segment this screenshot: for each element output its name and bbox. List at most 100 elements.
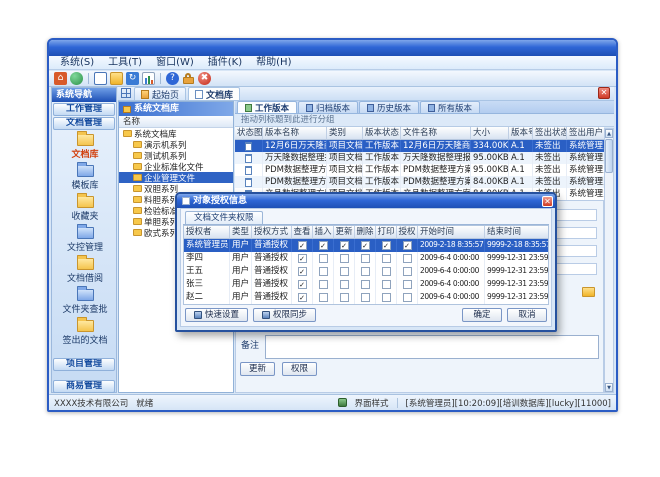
delete-checkbox[interactable] (361, 267, 370, 276)
document-row[interactable]: PDM数据整理方案2.doc 项目文档 工作版本 PDM数据整理方案2.doc … (235, 164, 604, 176)
delete-checkbox[interactable] (361, 293, 370, 302)
menu-tools[interactable]: 工具(T) (101, 56, 149, 69)
menu-help[interactable]: 帮助(H) (249, 56, 298, 69)
update-checkbox[interactable] (340, 254, 349, 263)
col-size[interactable]: 大小 (471, 127, 509, 140)
permission-row[interactable]: 张三 用户 普通授权 ✓ 2009-6-4 0:00:00 9999-12-31… (184, 278, 548, 291)
note-textarea[interactable] (265, 335, 599, 359)
ui-style-label[interactable]: 界面样式 (355, 397, 389, 409)
grant-checkbox[interactable] (403, 254, 412, 263)
delete-checkbox[interactable]: ✓ (361, 241, 370, 250)
scroll-up-arrow[interactable]: ▲ (605, 129, 613, 138)
home-icon[interactable]: ⌂ (54, 72, 67, 85)
view-checkbox[interactable]: ✓ (298, 267, 307, 276)
update-checkbox[interactable] (340, 267, 349, 276)
grant-checkbox[interactable] (403, 280, 412, 289)
cancel-button[interactable]: 取消 (507, 308, 547, 322)
tab-history-version[interactable]: 历史版本 (359, 101, 419, 113)
browse-folder-icon[interactable] (582, 287, 595, 297)
view-checkbox[interactable]: ✓ (298, 241, 307, 250)
close-tab-button[interactable]: ✕ (598, 87, 610, 99)
document-row[interactable]: 万天隆数据整理报告 项目文档 工作版本 万天隆数据整理报告.doc 95.00K… (235, 152, 604, 164)
dialog-close-button[interactable]: ✕ (542, 196, 553, 207)
tree-column-header[interactable]: 名称 (119, 116, 233, 128)
view-checkbox[interactable]: ✓ (298, 293, 307, 302)
tree-item[interactable]: 测试机系列 (119, 150, 233, 161)
sidebar-item-folder-review[interactable]: 文件夹查批 (52, 286, 118, 317)
insert-checkbox[interactable] (319, 280, 328, 289)
print-checkbox[interactable] (382, 267, 391, 276)
col-grant[interactable]: 授权 (397, 226, 418, 239)
tab-start-page[interactable]: 起始页 (134, 87, 186, 100)
sidebar-item-checked-out-docs[interactable]: 签出的文档 (52, 317, 118, 348)
col-end-time[interactable]: 结束时间 (485, 226, 549, 239)
tree-item-selected[interactable]: 企业管理文件 (119, 172, 233, 183)
globe-icon[interactable] (70, 72, 83, 85)
permission-row[interactable]: 王五 用户 普通授权 ✓ 2009-6-4 0:00:00 9999-12-31… (184, 265, 548, 278)
open-folder-icon[interactable] (110, 72, 123, 85)
insert-checkbox[interactable] (319, 267, 328, 276)
col-start-time[interactable]: 开始时间 (418, 226, 485, 239)
col-update[interactable]: 更新 (334, 226, 355, 239)
vertical-scrollbar[interactable]: ▲ ▼ (604, 128, 614, 393)
tree-item[interactable]: 演示机系列 (119, 139, 233, 150)
grant-checkbox[interactable] (403, 267, 412, 276)
view-checkbox[interactable]: ✓ (298, 254, 307, 263)
permission-button[interactable]: 权限 (282, 362, 317, 376)
col-version-state[interactable]: 版本状态 (363, 127, 401, 140)
col-type[interactable]: 类型 (230, 226, 252, 239)
permission-sync-button[interactable]: 权限同步 (253, 308, 316, 322)
col-grantee[interactable]: 授权者 (184, 226, 230, 239)
col-checkout-state[interactable]: 签出状态 (533, 127, 567, 140)
update-button[interactable]: 更新 (240, 362, 275, 376)
document-row[interactable]: 12月6日万天隆商行（ 项目文档 工作版本 12月6日万天隆商行（.doc 33… (235, 140, 604, 152)
print-checkbox[interactable] (382, 293, 391, 302)
document-row[interactable]: PDM数据整理方案.doc 项目文档 工作版本 PDM数据整理方案.doc 84… (235, 176, 604, 188)
col-grant-mode[interactable]: 授权方式 (252, 226, 292, 239)
tab-folder-permissions[interactable]: 文档文件夹权限 (185, 211, 263, 224)
col-category[interactable]: 类别 (327, 127, 363, 140)
sidebar-item-doc-borrow[interactable]: 文档借阅 (52, 255, 118, 286)
col-version-no[interactable]: 版本号 (509, 127, 533, 140)
scrollbar-thumb[interactable] (605, 139, 613, 173)
permission-row[interactable]: 赵二 用户 普通授权 ✓ 2009-6-4 0:00:00 9999-12-31… (184, 291, 548, 304)
insert-checkbox[interactable]: ✓ (319, 241, 328, 250)
tab-working-version[interactable]: 工作版本 (237, 101, 297, 113)
group-project-management[interactable]: 项目管理 (53, 358, 115, 371)
permission-row[interactable]: 系统管理员 用户 普通授权 ✓ ✓ ✓ ✓ ✓ ✓ 2009-2-18 8:35… (184, 239, 548, 252)
group-work-management[interactable]: 工作管理 (53, 103, 115, 116)
help-icon[interactable]: ? (166, 72, 179, 85)
refresh-icon[interactable]: ↻ (126, 72, 139, 85)
sidebar-item-favorites[interactable]: 收藏夹 (52, 193, 118, 224)
update-checkbox[interactable] (340, 293, 349, 302)
delete-checkbox[interactable] (361, 254, 370, 263)
menu-plugins[interactable]: 插件(K) (201, 56, 249, 69)
chart-icon[interactable] (142, 72, 155, 85)
update-checkbox[interactable] (340, 280, 349, 289)
permission-row[interactable]: 李四 用户 普通授权 ✓ 2009-6-4 0:00:00 9999-12-31… (184, 252, 548, 265)
tab-document-library[interactable]: 文档库 (188, 87, 240, 100)
title-bar[interactable] (49, 40, 616, 56)
menu-window[interactable]: 窗口(W) (149, 56, 201, 69)
view-checkbox[interactable]: ✓ (298, 280, 307, 289)
col-view[interactable]: 查看 (292, 226, 313, 239)
print-checkbox[interactable] (382, 254, 391, 263)
group-business-management[interactable]: 商易管理 (53, 380, 115, 393)
tree-item[interactable]: 企业标准化文件 (119, 161, 233, 172)
col-delete[interactable]: 删除 (355, 226, 376, 239)
new-document-icon[interactable] (94, 72, 107, 85)
col-insert[interactable]: 插入 (313, 226, 334, 239)
col-file-name[interactable]: 文件名称 (401, 127, 471, 140)
group-document-management[interactable]: 文档管理 (53, 117, 115, 130)
insert-checkbox[interactable] (319, 293, 328, 302)
scroll-down-arrow[interactable]: ▼ (605, 383, 613, 392)
tab-archived-version[interactable]: 归档版本 (298, 101, 358, 113)
col-checkout-user[interactable]: 签出用户 (567, 127, 604, 140)
ok-button[interactable]: 确定 (462, 308, 502, 322)
col-print[interactable]: 打印 (376, 226, 397, 239)
menu-system[interactable]: 系统(S) (53, 56, 101, 69)
exit-icon[interactable]: ✖ (198, 72, 211, 85)
tree-item-root[interactable]: 系统文档库 (119, 128, 233, 139)
quick-setup-button[interactable]: 快速设置 (185, 308, 248, 322)
lock-icon[interactable] (182, 72, 195, 85)
